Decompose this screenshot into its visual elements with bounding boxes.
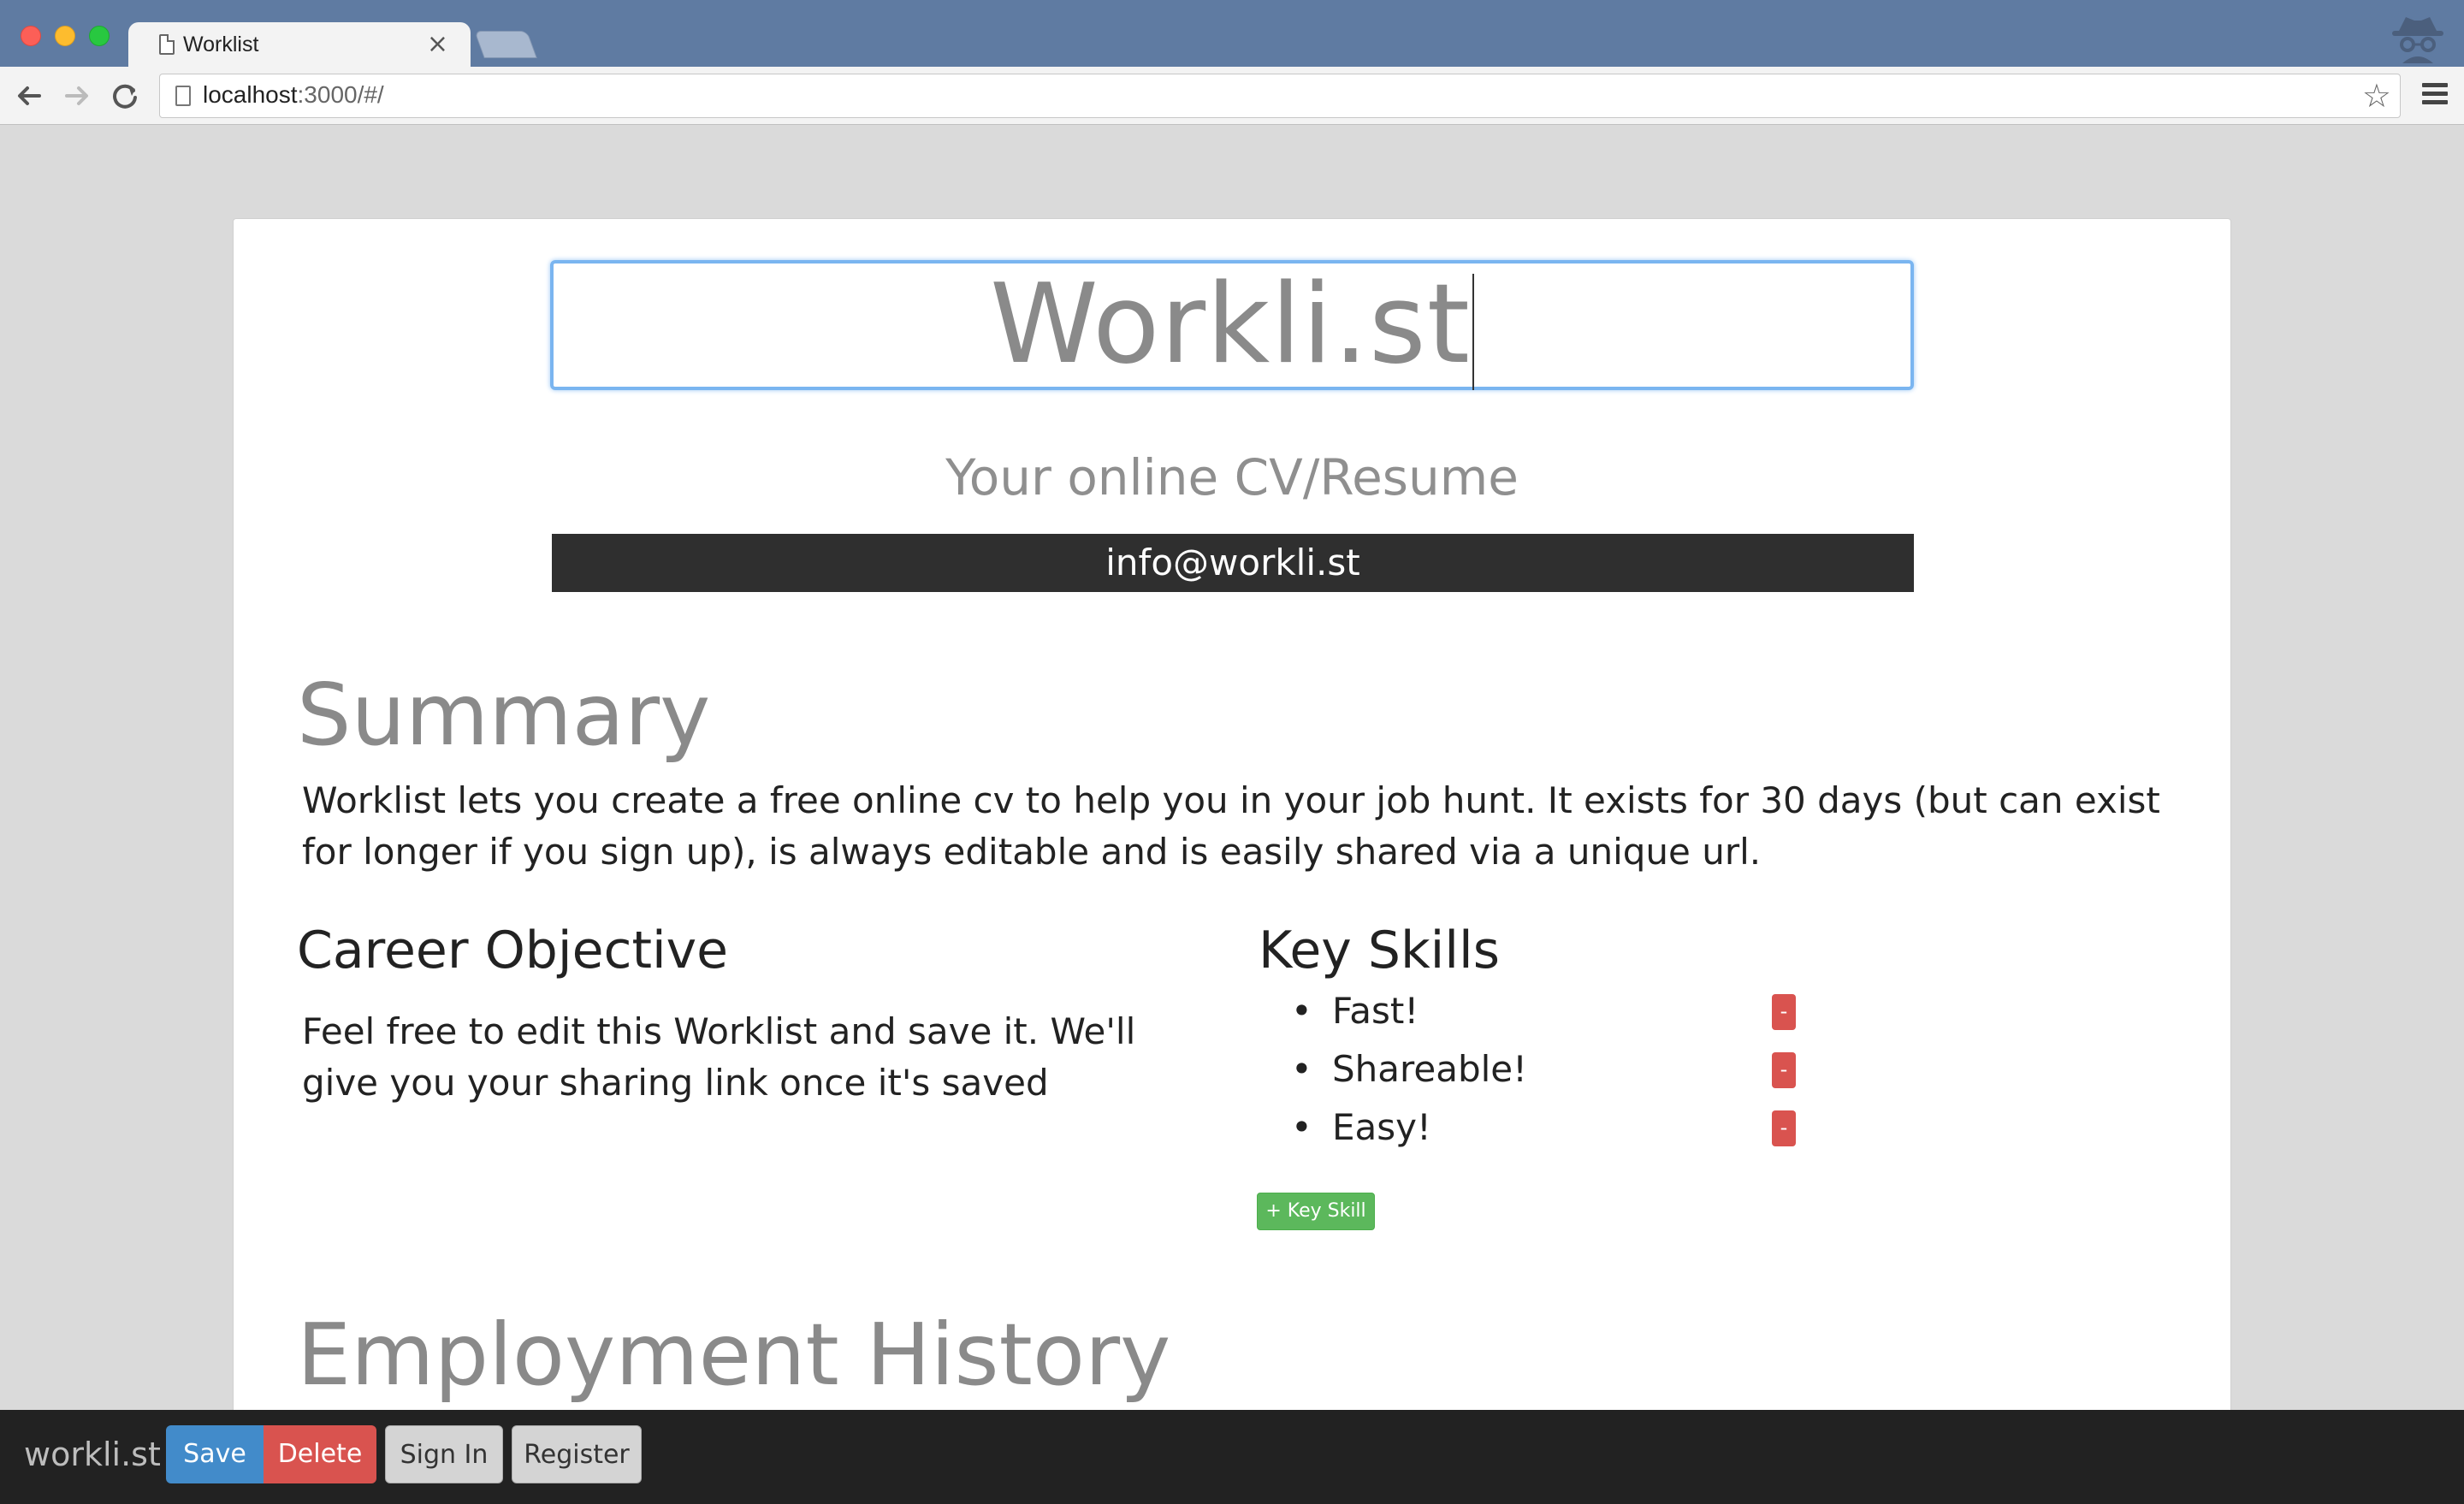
tab-title: Worklist bbox=[183, 33, 259, 56]
bullet-icon: • bbox=[1291, 990, 1312, 1032]
bullet-icon: • bbox=[1291, 1106, 1312, 1148]
save-button[interactable]: Save bbox=[166, 1425, 264, 1483]
career-objective-heading: Career Objective bbox=[297, 921, 729, 980]
brand-logo[interactable]: workli.st bbox=[24, 1436, 161, 1473]
bullet-icon: • bbox=[1291, 1048, 1312, 1090]
remove-skill-button[interactable]: - bbox=[1772, 994, 1796, 1030]
resume-card: Workli.st Your online CV/Resume info@wor… bbox=[233, 218, 2231, 1410]
summary-heading: Summary bbox=[297, 665, 711, 765]
page-icon bbox=[159, 34, 175, 55]
add-key-skill-button[interactable]: + Key Skill bbox=[1257, 1193, 1375, 1230]
browser-toolbar: localhost:3000/#/ ☆ bbox=[0, 67, 2464, 125]
browser-titlebar: Worklist × bbox=[0, 0, 2464, 68]
address-bar[interactable]: localhost:3000/#/ ☆ bbox=[159, 74, 2401, 118]
url-text: localhost:3000/#/ bbox=[203, 81, 384, 109]
skill-item[interactable]: • Fast! bbox=[1291, 986, 1856, 1037]
skill-label[interactable]: Shareable! bbox=[1332, 1044, 1527, 1095]
window-zoom-button[interactable] bbox=[89, 26, 110, 46]
tagline[interactable]: Your online CV/Resume bbox=[550, 448, 1914, 506]
reload-icon[interactable] bbox=[106, 77, 144, 115]
browser-tab[interactable]: Worklist × bbox=[128, 22, 471, 68]
skill-item[interactable]: • Shareable! bbox=[1291, 1044, 1856, 1095]
text-cursor bbox=[1472, 273, 1474, 390]
career-objective-text[interactable]: Feel free to edit this Worklist and save… bbox=[302, 1006, 1209, 1109]
email-field[interactable]: info@workli.st bbox=[552, 534, 1914, 592]
window-minimize-button[interactable] bbox=[55, 26, 75, 46]
skill-label[interactable]: Easy! bbox=[1332, 1102, 1431, 1153]
new-tab-button[interactable] bbox=[474, 31, 537, 58]
summary-text[interactable]: Worklist lets you create a free online c… bbox=[302, 775, 2167, 878]
window-close-button[interactable] bbox=[21, 26, 41, 46]
remove-skill-button[interactable]: - bbox=[1772, 1110, 1796, 1146]
star-icon[interactable]: ☆ bbox=[2362, 76, 2391, 115]
hamburger-icon[interactable] bbox=[2418, 79, 2452, 113]
register-button[interactable]: Register bbox=[512, 1425, 642, 1483]
remove-skill-button[interactable]: - bbox=[1772, 1052, 1796, 1088]
bottom-action-bar: workli.st Save Delete Sign In Register bbox=[0, 1410, 2464, 1504]
incognito-icon bbox=[2392, 17, 2443, 63]
url-path: :3000/#/ bbox=[297, 81, 384, 108]
page-icon bbox=[175, 86, 191, 106]
title-value: Workli.st bbox=[990, 261, 1471, 388]
url-host: localhost bbox=[203, 81, 298, 108]
skill-label[interactable]: Fast! bbox=[1332, 986, 1419, 1037]
page-viewport: Workli.st Your online CV/Resume info@wor… bbox=[0, 126, 2464, 1410]
arrow-right-icon[interactable] bbox=[58, 77, 96, 115]
title-input[interactable]: Workli.st bbox=[550, 260, 1914, 390]
employment-history-heading: Employment History bbox=[297, 1305, 1171, 1405]
delete-button[interactable]: Delete bbox=[264, 1425, 376, 1483]
skill-item[interactable]: • Easy! bbox=[1291, 1102, 1856, 1153]
arrow-left-icon[interactable] bbox=[10, 77, 48, 115]
sign-in-button[interactable]: Sign In bbox=[385, 1425, 503, 1483]
tab-close-button[interactable]: × bbox=[427, 29, 448, 60]
key-skills-heading: Key Skills bbox=[1259, 921, 1500, 980]
